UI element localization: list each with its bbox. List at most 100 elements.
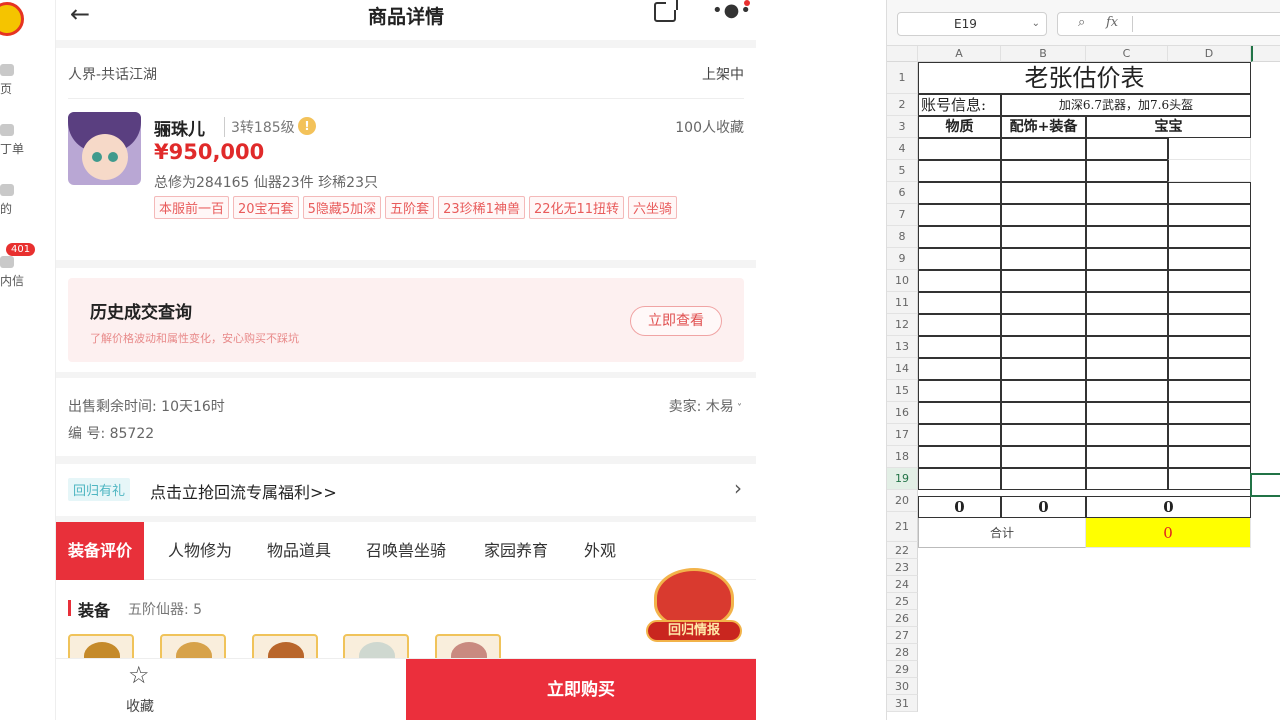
table-cell[interactable] <box>918 468 1001 490</box>
table-cell[interactable] <box>1168 402 1251 424</box>
table-cell[interactable] <box>1086 292 1168 314</box>
table-cell[interactable] <box>1168 182 1251 204</box>
table-cell[interactable] <box>1168 358 1251 380</box>
view-history-button[interactable]: 立即查看 <box>630 306 722 336</box>
table-cell[interactable] <box>1168 336 1251 358</box>
star-icon[interactable]: ☆ <box>128 661 150 689</box>
row-header[interactable]: 31 <box>887 695 918 712</box>
row-header[interactable]: 7 <box>887 204 918 226</box>
column-header-e[interactable] <box>1251 46 1280 62</box>
fx-icon[interactable]: fx <box>1106 15 1118 30</box>
table-cell[interactable] <box>918 138 1001 160</box>
name-box[interactable]: E19 ⌄ <box>897 12 1047 36</box>
row-header[interactable]: 9 <box>887 248 918 270</box>
table-cell[interactable] <box>1001 226 1086 248</box>
row-header[interactable]: 2 <box>887 94 918 116</box>
table-cell[interactable] <box>1086 204 1168 226</box>
share-icon[interactable] <box>654 0 678 22</box>
row-header[interactable]: 15 <box>887 380 918 402</box>
row-header[interactable]: 21 <box>887 512 918 542</box>
table-cell[interactable] <box>1168 138 1251 160</box>
table-cell[interactable] <box>1168 292 1251 314</box>
table-cell[interactable] <box>918 424 1001 446</box>
total-label-cell[interactable]: 合计 <box>918 518 1086 548</box>
row-header[interactable]: 8 <box>887 226 918 248</box>
table-cell[interactable] <box>1086 138 1168 160</box>
table-cell[interactable] <box>1001 468 1086 490</box>
collect-label[interactable]: 收藏 <box>126 696 154 716</box>
row-header[interactable]: 18 <box>887 446 918 468</box>
row-header[interactable]: 29 <box>887 661 918 678</box>
zoom-icon[interactable]: ⌕ <box>1078 15 1085 30</box>
table-cell[interactable] <box>1168 468 1251 490</box>
seller-name[interactable]: 卖家: 木易 ˅ <box>669 396 742 416</box>
row-header[interactable]: 14 <box>887 358 918 380</box>
table-cell[interactable] <box>1168 160 1251 182</box>
selected-cell-e19[interactable] <box>1250 473 1280 497</box>
row-header[interactable]: 1 <box>887 62 918 94</box>
header-cell-accessories[interactable]: 配饰+装备 <box>1001 116 1086 138</box>
row-header[interactable]: 6 <box>887 182 918 204</box>
sheet-title-cell[interactable]: 老张估价表 <box>918 62 1251 94</box>
chevron-down-icon[interactable]: ⌄ <box>1032 13 1040 35</box>
sum-cell-accessories[interactable]: 0 <box>1001 496 1086 518</box>
table-cell[interactable] <box>1086 358 1168 380</box>
table-cell[interactable] <box>918 292 1001 314</box>
row-header[interactable]: 25 <box>887 593 918 610</box>
table-cell[interactable] <box>918 380 1001 402</box>
nav-item-mine[interactable]: 的 <box>0 184 40 217</box>
row-header[interactable]: 4 <box>887 138 918 160</box>
nav-item-orders[interactable]: 丁单 <box>0 124 40 157</box>
row-header[interactable]: 22 <box>887 542 918 559</box>
table-cell[interactable] <box>1001 204 1086 226</box>
table-cell[interactable] <box>1168 314 1251 336</box>
row-header[interactable]: 11 <box>887 292 918 314</box>
total-value-cell[interactable]: 0 <box>1086 518 1251 548</box>
table-cell[interactable] <box>1168 380 1251 402</box>
table-cell[interactable] <box>1001 402 1086 424</box>
row-header[interactable]: 19 <box>887 468 918 490</box>
table-cell[interactable] <box>1001 270 1086 292</box>
table-cell[interactable] <box>1086 402 1168 424</box>
sum-cell-material[interactable]: 0 <box>918 496 1001 518</box>
table-cell[interactable] <box>918 270 1001 292</box>
table-cell[interactable] <box>918 358 1001 380</box>
buy-now-button[interactable]: 立即购买 <box>406 659 756 720</box>
column-header-a[interactable]: A <box>918 46 1001 62</box>
table-cell[interactable] <box>1001 248 1086 270</box>
column-header-b[interactable]: B <box>1001 46 1086 62</box>
tab-items[interactable]: 物品道具 <box>267 522 331 580</box>
row-header[interactable]: 24 <box>887 576 918 593</box>
table-cell[interactable] <box>1001 160 1086 182</box>
table-cell[interactable] <box>1001 380 1086 402</box>
table-cell[interactable] <box>1086 314 1168 336</box>
tab-character-cultivation[interactable]: 人物修为 <box>168 522 232 580</box>
tab-home[interactable]: 家园养育 <box>484 522 548 580</box>
table-cell[interactable] <box>1086 182 1168 204</box>
row-header[interactable]: 28 <box>887 644 918 661</box>
sheet-grid[interactable]: A B C D 1 2 3 4 5 6 7 8 9 10 11 12 13 14 15 16 17 18 19 20 2… <box>887 46 1280 720</box>
table-cell[interactable] <box>1086 380 1168 402</box>
return-promo-banner[interactable]: 回归有礼 点击立抢回流专属福利>> › <box>56 464 756 516</box>
tab-pets-mounts[interactable]: 召唤兽坐骑 <box>366 522 446 580</box>
row-header[interactable]: 10 <box>887 270 918 292</box>
table-cell[interactable] <box>1001 182 1086 204</box>
table-cell[interactable] <box>918 336 1001 358</box>
row-header[interactable]: 3 <box>887 116 918 138</box>
table-cell[interactable] <box>1086 248 1168 270</box>
table-cell[interactable] <box>1086 336 1168 358</box>
row-header[interactable]: 17 <box>887 424 918 446</box>
row-header[interactable]: 5 <box>887 160 918 182</box>
table-cell[interactable] <box>1086 226 1168 248</box>
character-avatar[interactable] <box>68 112 141 185</box>
table-cell[interactable] <box>1168 226 1251 248</box>
table-cell[interactable] <box>918 204 1001 226</box>
table-cell[interactable] <box>1168 248 1251 270</box>
table-cell[interactable] <box>918 182 1001 204</box>
table-cell[interactable] <box>918 226 1001 248</box>
table-cell[interactable] <box>1168 204 1251 226</box>
row-header[interactable]: 23 <box>887 559 918 576</box>
row-header[interactable]: 12 <box>887 314 918 336</box>
column-header-d[interactable]: D <box>1168 46 1251 62</box>
row-header[interactable]: 13 <box>887 336 918 358</box>
